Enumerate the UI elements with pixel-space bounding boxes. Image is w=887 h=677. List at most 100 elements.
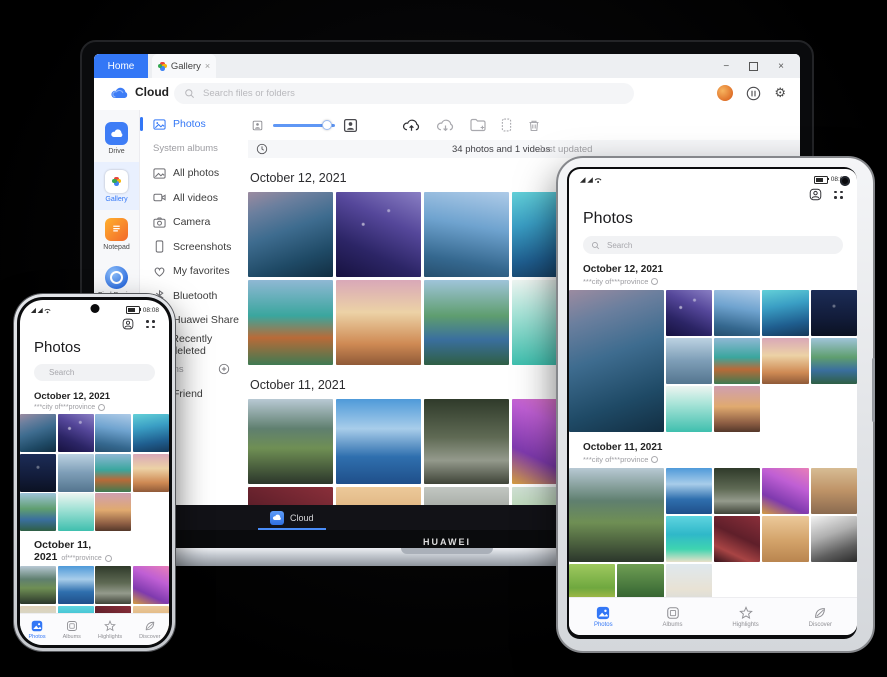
photo-ocean[interactable]: [569, 290, 664, 432]
photo-stars[interactable]: [811, 290, 857, 336]
tab-photos[interactable]: Photos: [594, 606, 613, 628]
photo-tropical[interactable]: [666, 516, 712, 562]
photo-tealice[interactable]: [666, 386, 712, 432]
search-input[interactable]: [605, 240, 835, 251]
tab-highlights[interactable]: Highlights: [732, 606, 758, 628]
taskbar-cloud-app[interactable]: Cloud: [262, 505, 322, 530]
search-bar[interactable]: [34, 364, 155, 381]
account-icon[interactable]: [809, 188, 822, 201]
thumbnail-size-slider[interactable]: [273, 124, 335, 127]
photo-dunes[interactable]: [762, 516, 808, 562]
photo-airplane[interactable]: [95, 414, 131, 452]
new-folder-icon[interactable]: [470, 118, 486, 132]
photo-bridge[interactable]: [95, 493, 131, 531]
nav-item-photos[interactable]: Photos: [140, 112, 240, 137]
tab-gallery[interactable]: Gallery ×: [152, 54, 216, 78]
user-avatar[interactable]: [717, 85, 733, 101]
photo-stars[interactable]: [20, 454, 56, 492]
nav-item-all-videos[interactable]: All videos: [140, 186, 240, 211]
photo-taj[interactable]: [762, 338, 808, 384]
more-options-icon[interactable]: [146, 320, 155, 328]
tab-close-icon[interactable]: ×: [205, 61, 210, 71]
search-input[interactable]: [201, 87, 624, 100]
photo-autumnlake[interactable]: [248, 280, 333, 365]
zoom-in-thumb-icon[interactable]: [343, 118, 358, 133]
photo-mountain[interactable]: [58, 454, 94, 492]
tab-photos[interactable]: Photos: [28, 620, 45, 640]
tab-albums[interactable]: Albums: [63, 620, 81, 640]
photo-concert[interactable]: [762, 468, 808, 514]
search-input[interactable]: [47, 367, 161, 378]
maximize-button[interactable]: [749, 62, 758, 71]
photo-taj[interactable]: [336, 280, 421, 365]
photo-owl[interactable]: [95, 566, 131, 604]
delete-icon[interactable]: [527, 118, 541, 133]
photo-owl[interactable]: [714, 468, 760, 514]
photo-dunes[interactable]: [336, 487, 421, 505]
photo-mountaindunes[interactable]: [569, 468, 664, 562]
photo-owl2[interactable]: [424, 487, 509, 505]
photo-ship[interactable]: [666, 468, 712, 514]
photo-aurora[interactable]: [762, 290, 808, 336]
photo-ocean[interactable]: [20, 414, 56, 452]
photo-tealice[interactable]: [58, 493, 94, 531]
tab-discover[interactable]: Discover: [809, 606, 832, 628]
tab-home[interactable]: Home: [94, 54, 148, 78]
front-camera: [90, 304, 99, 313]
photo-milkyway[interactable]: [58, 414, 94, 452]
photo-drums[interactable]: [248, 487, 333, 505]
more-options-icon[interactable]: [834, 191, 843, 199]
rail-item-notepad[interactable]: Notepad: [94, 210, 139, 258]
photo-bridge[interactable]: [714, 386, 760, 432]
tab-highlights[interactable]: Highlights: [98, 620, 122, 640]
photo-milkyway[interactable]: [666, 290, 712, 336]
photo-bwabstract[interactable]: [811, 516, 857, 562]
nav-item-screenshots[interactable]: Screenshots: [140, 235, 240, 260]
photo-concert[interactable]: [133, 566, 169, 604]
photo-airplane[interactable]: [424, 192, 509, 277]
rail-item-gallery[interactable]: Gallery: [94, 162, 139, 210]
section-date: October 12, 2021: [583, 264, 843, 275]
slider-knob[interactable]: [322, 120, 332, 130]
settings-gear-icon[interactable]: [774, 84, 786, 102]
battery-icon: [814, 176, 828, 184]
nav-item-camera[interactable]: Camera: [140, 210, 240, 235]
send-to-device-icon[interactable]: [501, 117, 512, 133]
add-album-icon[interactable]: [218, 363, 230, 375]
section-location: of***province: [61, 555, 111, 562]
nav-item-all-photos[interactable]: All photos: [140, 161, 240, 186]
photo-drums[interactable]: [714, 516, 760, 562]
search-bar[interactable]: [174, 83, 634, 104]
photo-rivervalley[interactable]: [20, 493, 56, 531]
photo-mountaindunes[interactable]: [20, 566, 56, 604]
photo-mountain[interactable]: [666, 338, 712, 384]
tab-albums[interactable]: Albums: [663, 606, 683, 628]
photo-autumnlake[interactable]: [95, 454, 131, 492]
minimize-button[interactable]: −: [723, 61, 729, 72]
photo-rivervalley[interactable]: [811, 338, 857, 384]
photo-aurora[interactable]: [133, 414, 169, 452]
tab-discover[interactable]: Discover: [139, 620, 160, 640]
photo-mountaindunes[interactable]: [248, 399, 333, 484]
photo-owl[interactable]: [424, 399, 509, 484]
close-button[interactable]: ×: [778, 61, 784, 72]
photo-ship[interactable]: [336, 399, 421, 484]
photo-city[interactable]: [811, 468, 857, 514]
nav-item-my-favorites[interactable]: My favorites: [140, 259, 240, 284]
transfer-list-icon[interactable]: [746, 86, 761, 101]
photo-milkyway[interactable]: [336, 192, 421, 277]
search-bar[interactable]: [583, 236, 843, 254]
download-cloud-icon[interactable]: [436, 117, 455, 133]
photo-autumnlake[interactable]: [714, 338, 760, 384]
upload-cloud-icon[interactable]: [402, 117, 421, 133]
zoom-out-thumb-icon[interactable]: [252, 120, 263, 131]
photo-ship[interactable]: [58, 566, 94, 604]
account-icon[interactable]: [122, 318, 134, 330]
photo-ocean[interactable]: [248, 192, 333, 277]
photo-airplane[interactable]: [714, 290, 760, 336]
find-device-icon: [105, 266, 128, 289]
photo-taj[interactable]: [133, 454, 169, 492]
rail-item-drive[interactable]: Drive: [94, 114, 139, 162]
photo-rivervalley[interactable]: [424, 280, 509, 365]
rail-label: Notepad: [103, 244, 129, 251]
